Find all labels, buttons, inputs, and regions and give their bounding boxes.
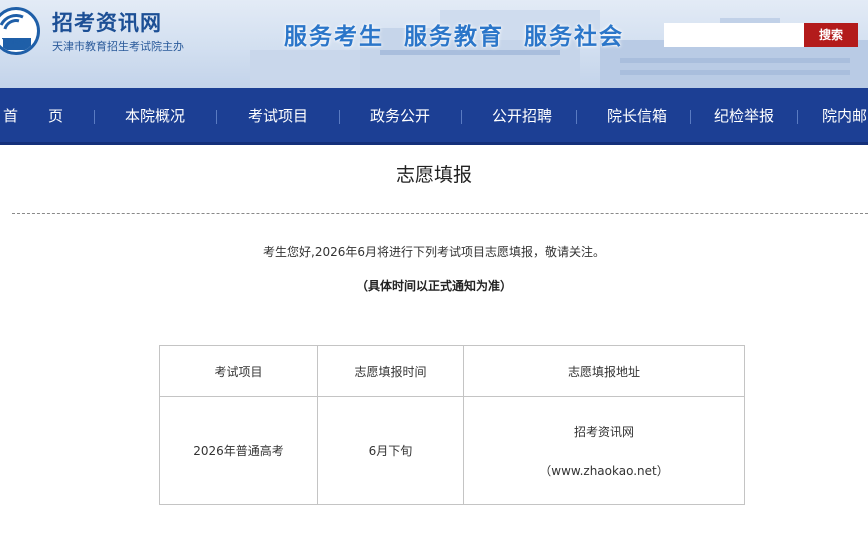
table-header-address: 志愿填报地址 [463, 345, 745, 397]
site-name[interactable]: 招考资讯网 [52, 7, 162, 37]
header-banner-building [620, 58, 850, 63]
table-header-time: 志愿填报时间 [317, 345, 464, 397]
nav-item-recruitment[interactable]: 公开招聘 [492, 88, 552, 145]
nav-separator [94, 110, 95, 124]
nav-item-about[interactable]: 本院概况 [125, 88, 185, 145]
site-subtitle: 天津市教育招生考试院主办 [52, 40, 184, 53]
nav-item-exams[interactable]: 考试项目 [248, 88, 308, 145]
title-divider [12, 213, 868, 214]
application-table: 考试项目 志愿填报时间 志愿填报地址 2026年普通高考 6月下旬 招考资讯网 … [159, 345, 745, 505]
nav-item-public-affairs[interactable]: 政务公开 [370, 88, 430, 145]
table-cell-time: 6月下旬 [317, 396, 464, 505]
nav-separator [216, 110, 217, 124]
logo-emblem-icon[interactable] [0, 7, 40, 55]
logo-abbreviation: TAEA [2, 37, 25, 46]
search-button[interactable]: 搜索 [804, 23, 858, 47]
search-input[interactable] [664, 23, 804, 47]
notice-note: （具体时间以正式通知为准） [355, 279, 512, 293]
header-banner-building [620, 70, 850, 75]
address-site-url[interactable]: （www.zhaokao.net） [464, 462, 744, 479]
nav-item-home[interactable]: 首 页 [3, 88, 63, 145]
table-cell-address: 招考资讯网 （www.zhaokao.net） [463, 396, 745, 505]
nav-item-director-mailbox[interactable]: 院长信箱 [607, 88, 667, 145]
header-banner-building [250, 50, 370, 88]
header-slogan: 服务考生 服务教育 服务社会 [284, 24, 625, 50]
nav-item-discipline-report[interactable]: 纪检举报 [714, 88, 774, 145]
nav-separator [797, 110, 798, 124]
site-header: TAEA 招考资讯网 天津市教育招生考试院主办 服务考生 服务教育 服务社会 搜… [0, 0, 868, 88]
notice-text: 考生您好,2026年6月将进行下列考试项目志愿填报，敬请关注。 [263, 245, 605, 259]
main-nav: 首 页 本院概况 考试项目 政务公开 公开招聘 院长信箱 纪检举报 院内邮 [0, 88, 868, 145]
table-header-row: 考试项目 志愿填报时间 志愿填报地址 [159, 345, 745, 397]
nav-separator [690, 110, 691, 124]
address-site-name[interactable]: 招考资讯网 [464, 423, 744, 440]
nav-separator [576, 110, 577, 124]
nav-separator [339, 110, 340, 124]
nav-item-internal-mail[interactable]: 院内邮 [822, 88, 867, 145]
table-header-project: 考试项目 [159, 345, 318, 397]
page-title: 志愿填报 [395, 164, 472, 186]
table-cell-project: 2026年普通高考 [159, 396, 318, 505]
nav-separator [461, 110, 462, 124]
table-row: 2026年普通高考 6月下旬 招考资讯网 （www.zhaokao.net） [159, 396, 745, 505]
